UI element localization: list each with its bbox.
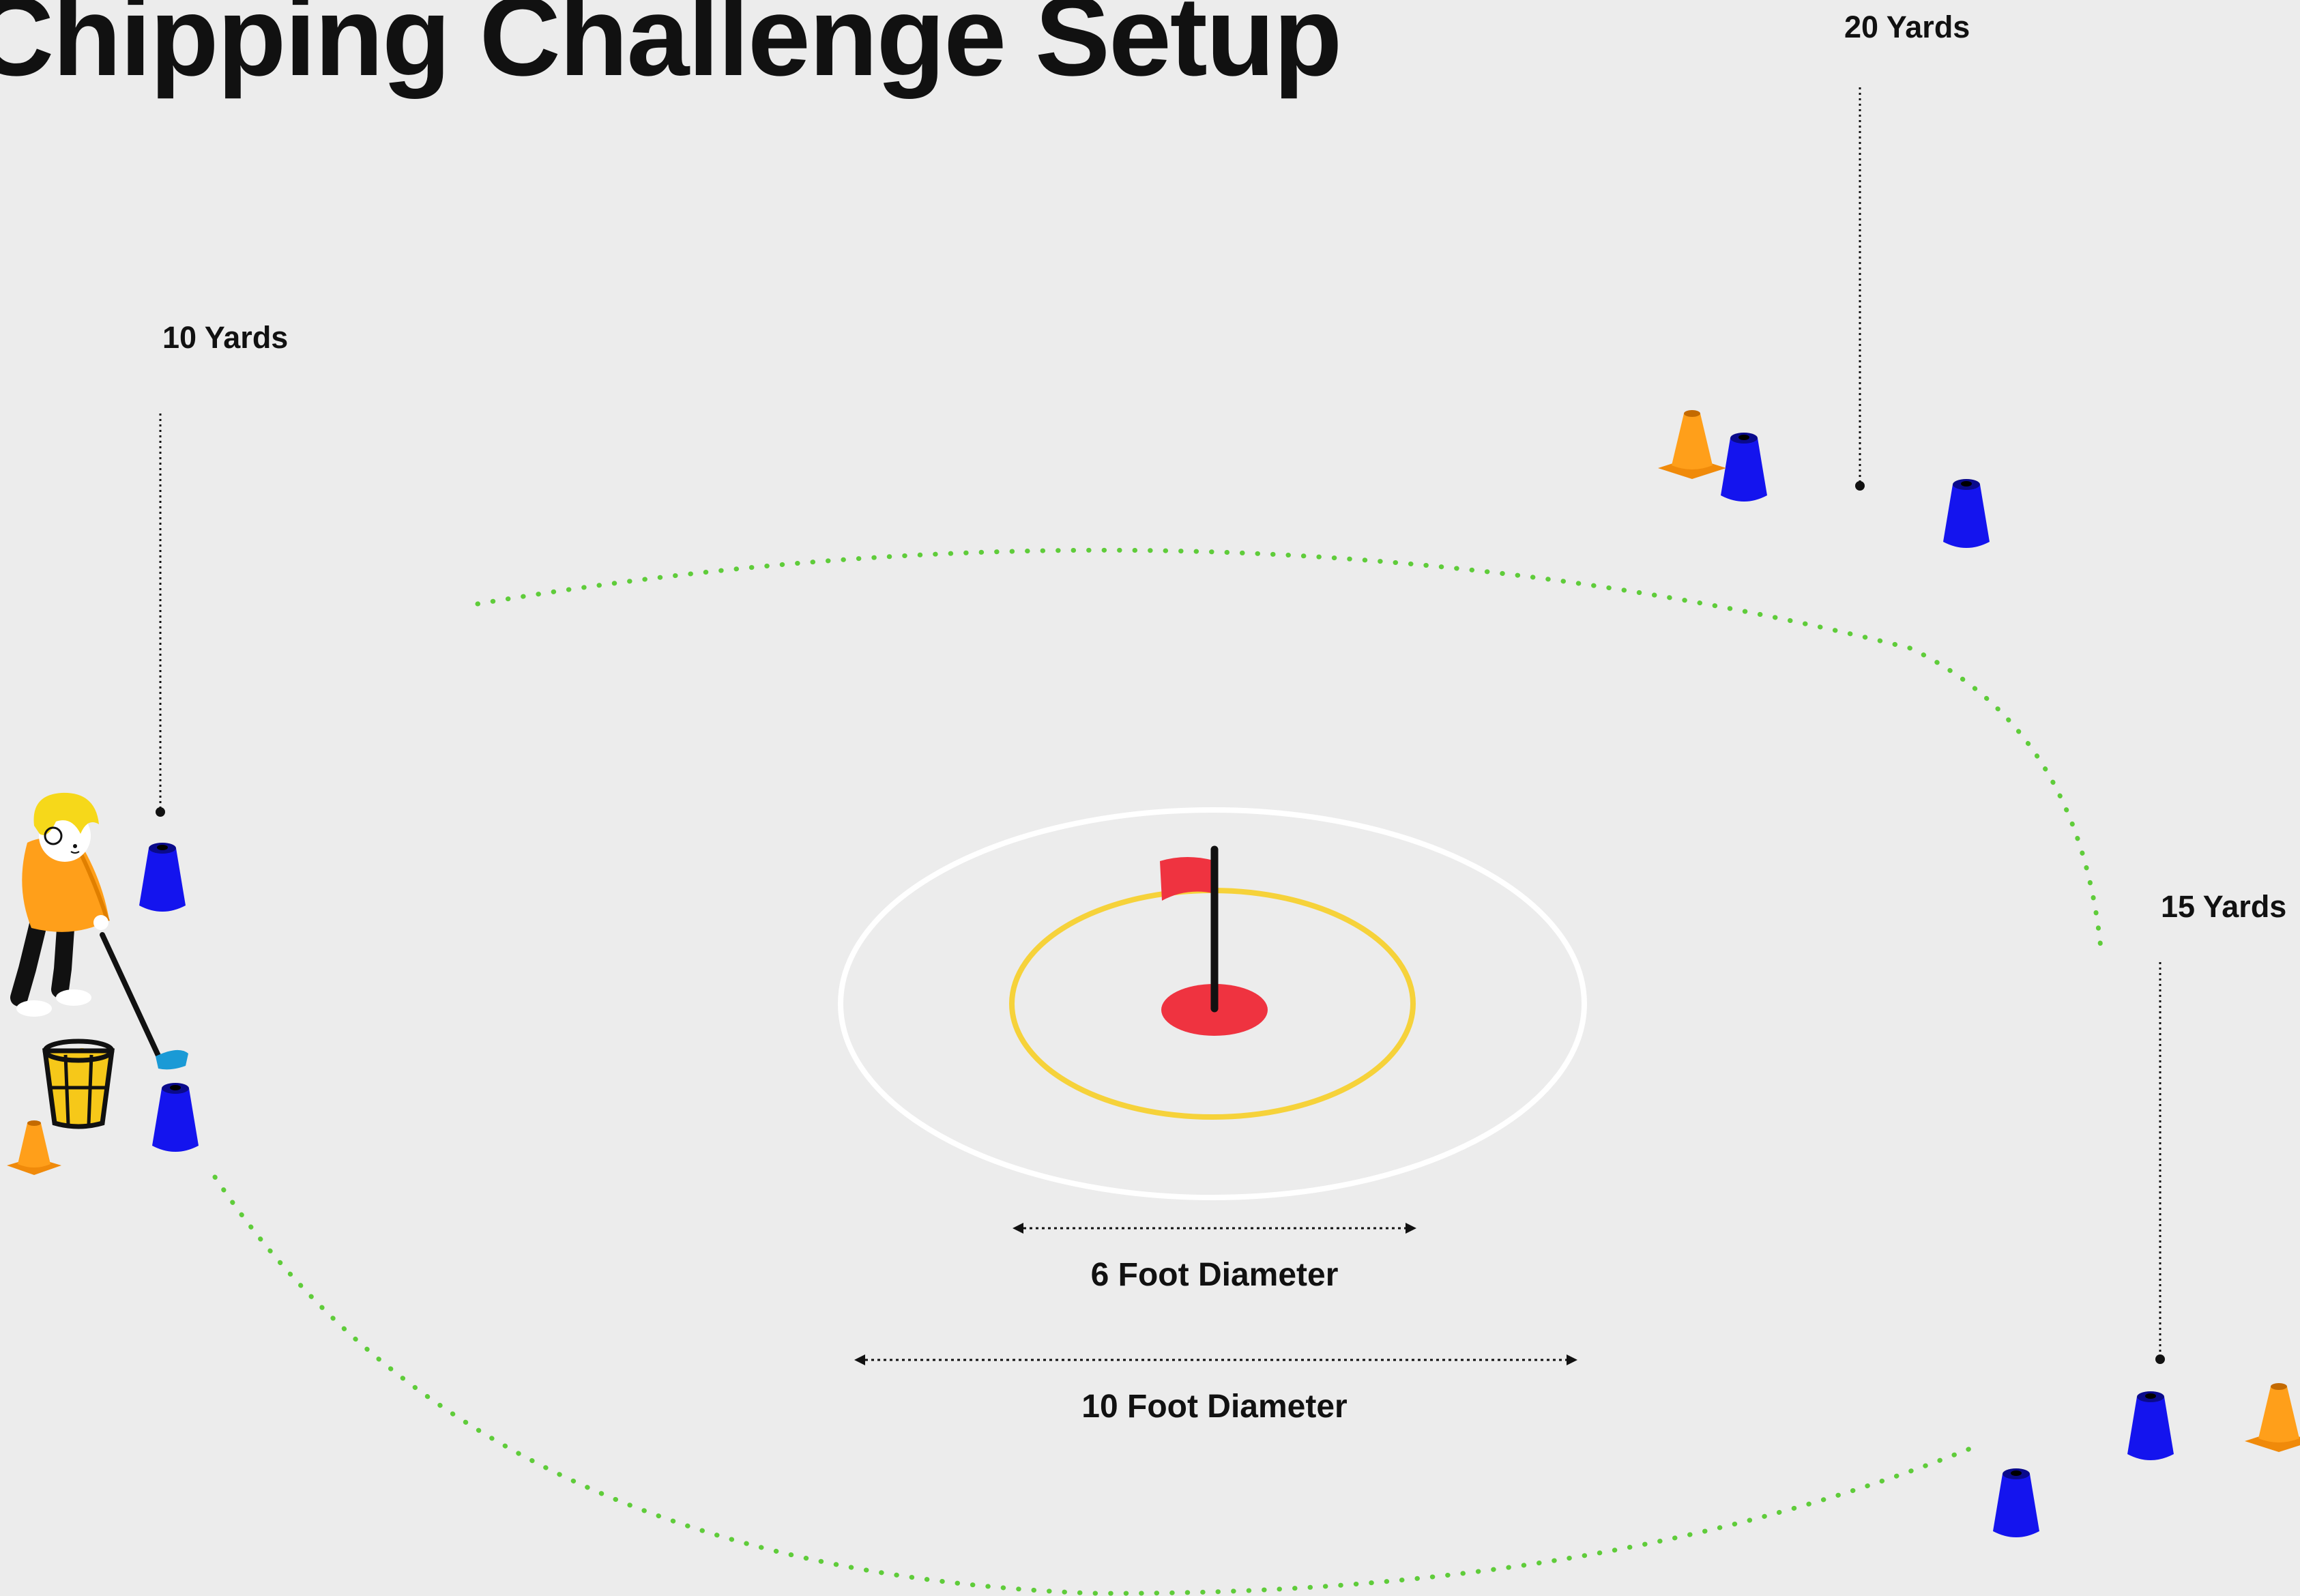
cone-icon bbox=[1993, 1468, 2039, 1537]
fifteen-yards-label: 15 Yards bbox=[2161, 889, 2286, 924]
boundary-arc-bottom bbox=[212, 1174, 1978, 1596]
ball-bucket-icon bbox=[42, 1039, 115, 1129]
fifteen-yards-marker bbox=[2155, 962, 2165, 1364]
ten-yards-label: 10 Yards bbox=[162, 320, 288, 355]
page-title: Chipping Challenge Setup bbox=[0, 0, 1341, 99]
cone-icon bbox=[2127, 1391, 2174, 1460]
cone-icon bbox=[7, 1120, 61, 1175]
outer-diameter-arrow bbox=[854, 1354, 1577, 1365]
inner-diameter-arrow bbox=[1013, 1223, 1416, 1234]
golfer-icon bbox=[10, 792, 188, 1070]
cone-icon bbox=[2245, 1383, 2300, 1452]
cone-icon bbox=[1658, 410, 1726, 479]
ten-yards-marker bbox=[156, 413, 165, 817]
twenty-yards-marker bbox=[1855, 87, 1865, 491]
cone-icon bbox=[152, 1083, 199, 1152]
outer-diameter-label: 10 Foot Diameter bbox=[1081, 1389, 1347, 1425]
twenty-yards-label: 20 Yards bbox=[1844, 10, 1970, 44]
cone-icon bbox=[1721, 433, 1767, 502]
chipping-diagram: Chipping Challenge Setup 6 Foot Diameter… bbox=[0, 0, 2300, 1596]
cone-icon bbox=[1943, 479, 1990, 548]
inner-diameter-label: 6 Foot Diameter bbox=[1091, 1257, 1339, 1293]
boundary-arc-top bbox=[475, 547, 2104, 958]
cone-icon bbox=[139, 843, 186, 912]
